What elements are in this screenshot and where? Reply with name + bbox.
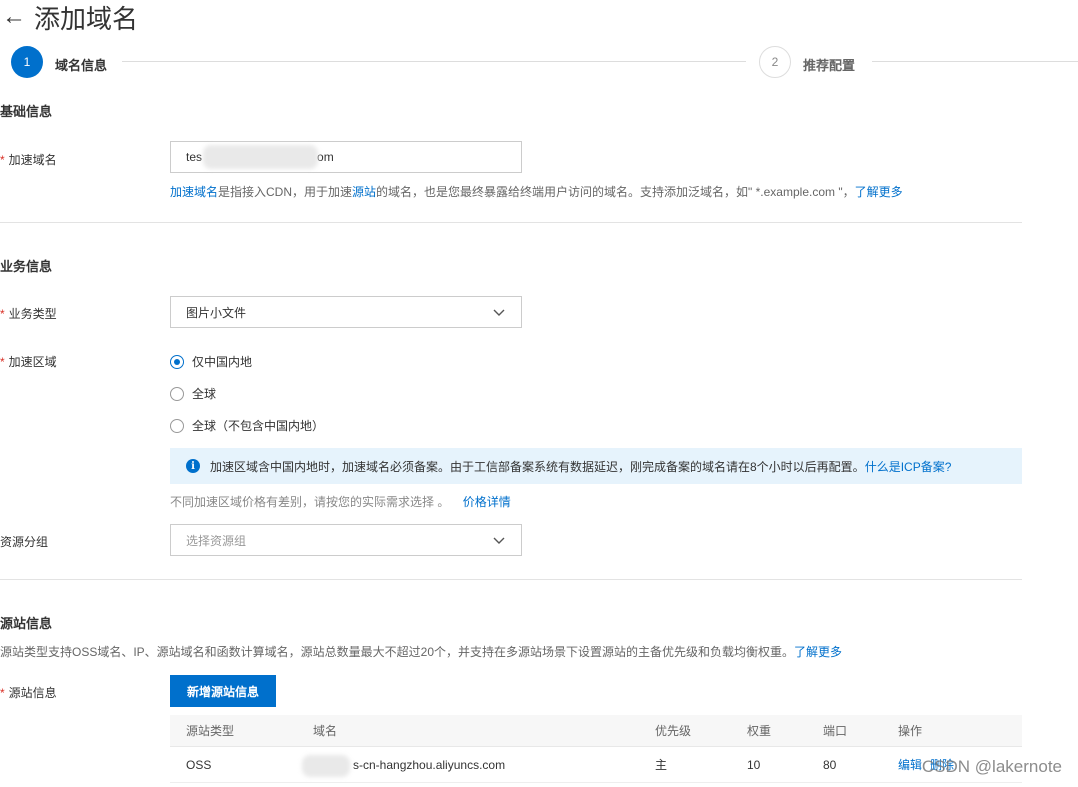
priority-cell: 主 (655, 758, 668, 772)
region-label: * 加速区域 (0, 353, 57, 370)
resource-group-placeholder: 选择资源组 (186, 533, 247, 548)
icp-link[interactable]: 什么是ICP备案? (865, 458, 952, 475)
origin-domain-cell: s-cn-hangzhou.aliyuncs.com (353, 757, 506, 772)
required-marker: * (0, 355, 5, 369)
region-option-label: 全球 (192, 387, 217, 401)
step-1-circle: 1 (11, 46, 43, 78)
required-marker: * (0, 686, 5, 700)
step-1-label: 域名信息 (55, 58, 108, 73)
domain-help-text: 加速域名是指接入CDN，用于加速源站的域名，也是您最终暴露给终端用户访问的域名。… (170, 183, 903, 200)
origin-type-cell: OSS (186, 757, 212, 772)
origin-desc-text: 源站类型支持OSS域名、IP、源站域名和函数计算域名，源站总数量最大不超过20个… (0, 645, 795, 659)
redaction-blur (203, 145, 318, 169)
price-details-link[interactable]: 价格详情 (463, 495, 511, 509)
section-divider (0, 222, 1022, 223)
radio-icon[interactable] (170, 418, 184, 433)
notice-text: 加速区域含中国内地时，加速域名必须备案。由于工信部备案系统有数据延迟，刚完成备案… (210, 459, 865, 474)
price-note-text: 不同加速区域价格有差别，请按您的实际需求选择 。 (170, 495, 450, 509)
region-option-label: 仅中国内地 (192, 355, 253, 369)
page-header: ← 添加域名 (0, 0, 138, 34)
column-header: 权重 (747, 724, 772, 738)
origin-table: 源站类型 域名 优先级 权重 端口 操作 OSS s-cn-hangzhou.a… (170, 715, 1022, 783)
table-header: 源站类型 域名 优先级 权重 端口 操作 (170, 715, 1022, 747)
page-title: 添加域名 (34, 3, 139, 34)
region-option-global[interactable]: 全球 (170, 385, 216, 402)
domain-label-text: 加速域名 (8, 153, 57, 167)
table-row: OSS s-cn-hangzhou.aliyuncs.com 主 10 80 编… (170, 747, 1022, 783)
chevron-down-icon (493, 309, 505, 316)
column-header: 域名 (313, 724, 338, 738)
edit-link[interactable]: 编辑 (898, 756, 922, 773)
business-type-label-text: 业务类型 (8, 307, 57, 321)
origin-help-link[interactable]: 源站 (352, 185, 376, 199)
column-header: 源站类型 (186, 724, 235, 738)
origin-learn-more-link[interactable]: 了解更多 (794, 645, 842, 659)
domain-help-link[interactable]: 加速域名 (170, 185, 218, 199)
section-title-origin: 源站信息 (0, 616, 53, 631)
back-arrow-icon[interactable]: ← (0, 5, 28, 29)
region-option-mainland[interactable]: 仅中国内地 (170, 353, 252, 370)
icp-notice: i 加速区域含中国内地时，加速域名必须备案。由于工信部备案系统有数据延迟，刚完成… (170, 448, 1022, 484)
step-indicator: 1 域名信息 2 推荐配置 (10, 44, 1078, 78)
step-2-label: 推荐配置 (803, 58, 856, 73)
business-type-select[interactable]: 图片小文件 (170, 296, 522, 328)
step-connector (122, 61, 746, 62)
column-header: 操作 (898, 724, 923, 738)
column-header: 端口 (823, 724, 848, 738)
resource-group-select[interactable]: 选择资源组 (170, 524, 522, 556)
resource-group-label: 资源分组 (0, 535, 49, 549)
section-divider (0, 579, 1022, 580)
business-type-label: * 业务类型 (0, 305, 57, 322)
domain-label: * 加速域名 (0, 151, 57, 168)
add-origin-button[interactable]: 新增源站信息 (170, 675, 276, 707)
section-title-basic: 基础信息 (0, 104, 53, 119)
required-marker: * (0, 307, 5, 321)
step-trailing-line (872, 61, 1078, 62)
domain-value-suffix: om (317, 150, 334, 164)
chevron-down-icon (493, 537, 505, 544)
step-2-circle: 2 (759, 46, 791, 78)
origin-description: 源站类型支持OSS域名、IP、源站域名和函数计算域名，源站总数量最大不超过20个… (0, 643, 842, 660)
price-note: 不同加速区域价格有差别，请按您的实际需求选择 。 价格详情 (170, 493, 511, 510)
section-title-business: 业务信息 (0, 259, 53, 274)
domain-value-prefix: tes (186, 150, 203, 164)
region-label-text: 加速区域 (8, 355, 57, 369)
port-cell: 80 (823, 757, 837, 772)
watermark: CSDN @lakernote (921, 757, 1062, 776)
weight-cell: 10 (747, 757, 761, 772)
column-header: 优先级 (655, 724, 692, 738)
region-option-label: 全球（不包含中国内地） (192, 419, 325, 433)
region-option-global-excl-mainland[interactable]: 全球（不包含中国内地） (170, 417, 324, 434)
domain-help-mid1: 是指接入CDN，用于加速 (218, 185, 353, 199)
redaction-blur (302, 755, 350, 777)
radio-icon[interactable] (170, 386, 184, 401)
radio-checked-icon[interactable] (170, 354, 184, 369)
business-type-value: 图片小文件 (186, 305, 247, 320)
info-icon: i (186, 459, 200, 473)
domain-help-mid2: 的域名，也是您最终暴露给终端用户访问的域名。支持添加泛域名，如" *.examp… (376, 185, 855, 199)
origin-label: * 源站信息 (0, 684, 57, 701)
required-marker: * (0, 153, 5, 167)
learn-more-link[interactable]: 了解更多 (855, 185, 903, 199)
origin-label-text: 源站信息 (8, 686, 57, 700)
